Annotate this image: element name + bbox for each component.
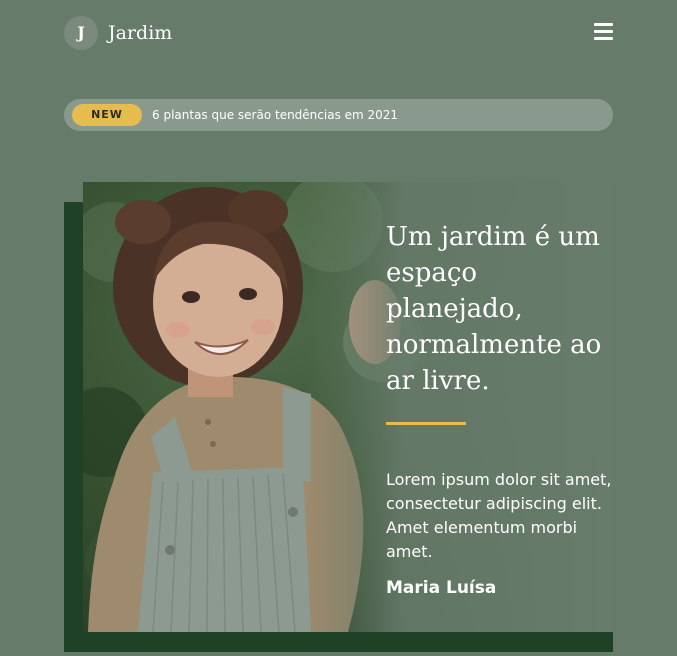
site-header: J Jardim	[64, 16, 613, 50]
accent-divider	[386, 422, 466, 425]
quote-author: Maria Luísa	[386, 578, 497, 598]
new-badge: NEW	[72, 104, 142, 126]
menu-line	[594, 37, 613, 40]
news-announcement[interactable]: NEW 6 plantas que serão tendências em 20…	[64, 99, 613, 131]
hero-quote: Um jardim é um espaço planejado, normalm…	[386, 222, 602, 396]
menu-line	[594, 30, 613, 33]
site-title[interactable]: Jardim	[108, 20, 172, 46]
news-headline[interactable]: 6 plantas que serão tendências em 2021	[152, 99, 398, 131]
logo-badge[interactable]: J	[64, 16, 98, 50]
menu-line	[594, 23, 613, 26]
hero-card: Um jardim é um espaço planejado, normalm…	[83, 182, 613, 632]
hamburger-menu-icon[interactable]	[594, 23, 613, 40]
hero-body-text: Lorem ipsum dolor sit amet, consectetur …	[386, 470, 612, 561]
